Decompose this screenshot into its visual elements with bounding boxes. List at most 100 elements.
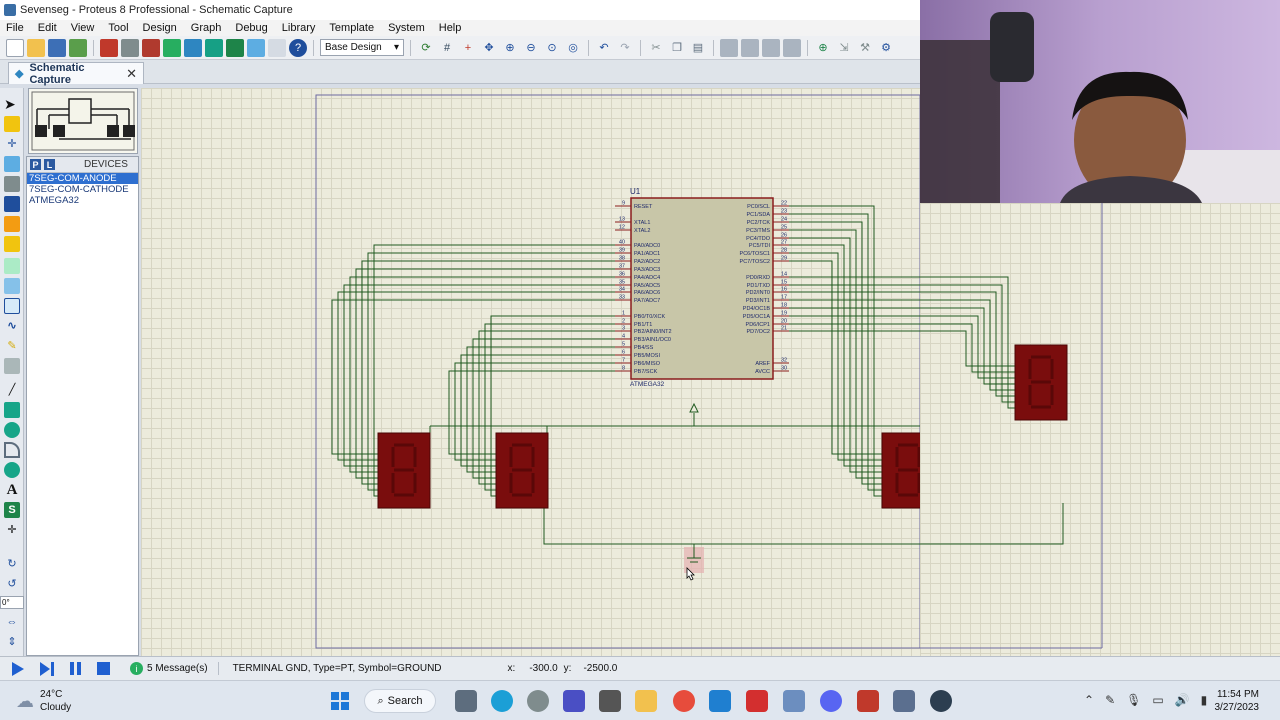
graph-mode-icon[interactable]	[4, 278, 20, 294]
pcb-icon[interactable]	[142, 38, 160, 57]
paste-icon[interactable]: ▤	[689, 39, 707, 57]
menu-view[interactable]: View	[71, 22, 95, 34]
volume-icon[interactable]: 🔊	[1175, 693, 1190, 707]
redo-icon[interactable]: ↷	[616, 39, 634, 57]
zoom-all-icon[interactable]: ⊙	[543, 39, 561, 57]
overview-window[interactable]	[28, 88, 138, 154]
step-button[interactable]	[40, 661, 54, 676]
make-device-icon[interactable]: ⇲	[835, 39, 853, 57]
app-icon-hex[interactable]	[599, 690, 621, 712]
zoom-area-icon[interactable]: ◎	[564, 39, 582, 57]
file-explorer-icon[interactable]	[635, 690, 657, 712]
device-pins-icon[interactable]	[4, 258, 20, 274]
pause-button[interactable]	[70, 662, 81, 675]
block-delete-icon[interactable]	[783, 38, 801, 57]
obs-icon[interactable]	[930, 690, 952, 712]
menu-template[interactable]: Template	[329, 22, 374, 34]
home-icon[interactable]	[100, 38, 118, 57]
start-button[interactable]	[329, 690, 351, 712]
menu-file[interactable]: File	[6, 22, 24, 34]
app-icon-picture[interactable]	[783, 690, 805, 712]
stop-button[interactable]	[97, 662, 110, 675]
schematic-icon[interactable]	[121, 38, 139, 57]
task-view-icon[interactable]	[455, 690, 477, 712]
help-icon[interactable]: ?	[289, 38, 307, 57]
app-icon-purple[interactable]	[563, 690, 585, 712]
arc-tool-icon[interactable]	[4, 442, 20, 458]
menu-edit[interactable]: Edit	[38, 22, 57, 34]
cost-icon[interactable]	[226, 38, 244, 57]
component-mode-icon[interactable]	[4, 116, 20, 132]
block-copy-icon[interactable]	[720, 38, 738, 57]
device-item[interactable]: 7SEG-COM-ANODE	[27, 173, 138, 184]
bom-icon[interactable]	[205, 38, 223, 57]
taskbar-search[interactable]: ⌕ Search	[364, 689, 436, 713]
undo-icon[interactable]: ↶	[595, 39, 613, 57]
refresh-icon[interactable]: ⟳	[417, 39, 435, 57]
library-manager-button[interactable]: L	[44, 159, 55, 170]
grid-icon[interactable]: #	[438, 39, 456, 57]
menu-system[interactable]: System	[388, 22, 425, 34]
schematic-canvas[interactable]: 9 RESET 13 XTAL1 12 XTAL2 40 PA0/ADC0 39 PA1/ADC1…	[141, 88, 935, 656]
pick-parts-icon[interactable]: ⊕	[814, 39, 832, 57]
gerber-icon[interactable]	[163, 38, 181, 57]
mirror-vertical-icon[interactable]: ⇕	[4, 634, 20, 650]
tab-schematic-capture[interactable]: ◆ Schematic Capture ✕	[8, 62, 144, 86]
device-item[interactable]: ATMEGA32	[27, 195, 138, 206]
discord-icon[interactable]	[820, 690, 842, 712]
chevron-up-icon[interactable]: ⌃	[1084, 693, 1094, 707]
menu-tool[interactable]: Tool	[108, 22, 128, 34]
schematic-canvas-extension[interactable]	[779, 203, 1280, 656]
menu-debug[interactable]: Debug	[235, 22, 267, 34]
text-tool-icon[interactable]: A	[4, 482, 20, 498]
generator-icon[interactable]: ∿	[4, 318, 20, 334]
rotate-anticlockwise-icon[interactable]: ↺	[4, 576, 20, 592]
save-icon[interactable]	[48, 38, 66, 57]
messages-button[interactable]: i 5 Message(s)	[130, 662, 219, 675]
close-icon[interactable]: ✕	[126, 66, 137, 82]
zoom-out-icon[interactable]: ⊖	[522, 39, 540, 57]
block-rotate-icon[interactable]	[762, 38, 780, 57]
edge-icon[interactable]	[491, 690, 513, 712]
vscode-icon[interactable]	[709, 690, 731, 712]
block-move-icon[interactable]	[741, 38, 759, 57]
junction-dot-icon[interactable]: ✛	[4, 136, 20, 152]
notes-icon[interactable]	[268, 38, 286, 57]
buses-icon[interactable]	[4, 196, 20, 212]
rotate-clockwise-icon[interactable]: ↻	[4, 556, 20, 572]
microphone-icon[interactable]: 🎙	[1126, 693, 1141, 707]
pen-icon[interactable]: ✎	[1105, 693, 1115, 707]
circle-tool-icon[interactable]	[4, 422, 20, 438]
origin-icon[interactable]: +	[459, 39, 477, 57]
open-folder-icon[interactable]	[27, 38, 45, 57]
selection-mode-icon[interactable]: ➤	[4, 96, 20, 112]
proteus-taskbar-icon[interactable]	[893, 690, 915, 712]
display-icon[interactable]: ▭	[1152, 693, 1163, 707]
symbol-tool-icon[interactable]: S	[4, 502, 20, 518]
menu-help[interactable]: Help	[439, 22, 462, 34]
decompose-icon[interactable]: ⚙	[877, 39, 895, 57]
virtual-instruments-icon[interactable]	[4, 358, 20, 374]
wire-label-icon[interactable]	[4, 156, 20, 172]
app-icon-red2[interactable]	[857, 690, 879, 712]
subcircuit-icon[interactable]	[4, 216, 20, 232]
rotation-input[interactable]: 0°	[0, 596, 24, 609]
pick-devices-button[interactable]: P	[30, 159, 41, 170]
tape-recorder-icon[interactable]	[4, 298, 20, 314]
pan-icon[interactable]: ✥	[480, 39, 498, 57]
3d-view-icon[interactable]	[184, 38, 202, 57]
path-tool-icon[interactable]	[4, 462, 20, 478]
menu-design[interactable]: Design	[143, 22, 177, 34]
terminals-icon[interactable]	[4, 236, 20, 252]
package-tool-icon[interactable]: ⚒	[856, 39, 874, 57]
menu-library[interactable]: Library	[282, 22, 316, 34]
code-icon[interactable]	[247, 38, 265, 57]
app-icon-red[interactable]	[746, 690, 768, 712]
voltage-probe-icon[interactable]: ✎	[4, 338, 20, 354]
chrome-icon[interactable]	[673, 690, 695, 712]
import-icon[interactable]	[69, 38, 87, 57]
menu-graph[interactable]: Graph	[191, 22, 222, 34]
cut-icon[interactable]: ✂	[647, 39, 665, 57]
mirror-horizontal-icon[interactable]: ⇔	[4, 614, 20, 630]
copy-icon[interactable]: ❐	[668, 39, 686, 57]
